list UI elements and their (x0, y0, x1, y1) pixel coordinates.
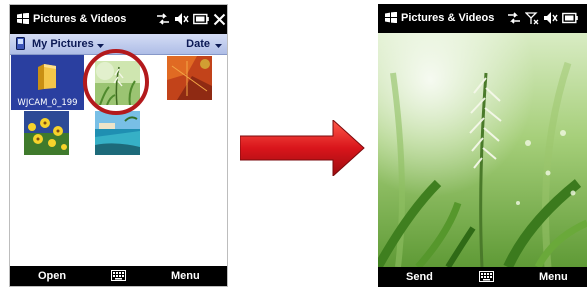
windows-start-icon[interactable] (385, 12, 397, 23)
softkey-right[interactable]: Menu (171, 270, 200, 282)
folder-tile[interactable]: WJCAM_0_199 (11, 55, 84, 110)
left-phone-screen: Pictures & Videos My Pictures Date WJCAM… (9, 4, 228, 287)
status-icons (507, 9, 578, 27)
keyboard-icon[interactable] (111, 270, 126, 281)
thumbnail-beach-resort[interactable] (95, 111, 140, 155)
folder-dropdown[interactable]: My Pictures (32, 38, 94, 50)
signal-off-icon[interactable] (525, 11, 539, 25)
windows-start-icon[interactable] (17, 13, 29, 24)
soft-key-bar: Send Menu (378, 267, 587, 287)
device-phone-icon (16, 37, 25, 50)
app-title: Pictures & Videos (401, 12, 495, 24)
thumbnail-yellow-flowers[interactable] (24, 111, 69, 155)
app-title: Pictures & Videos (33, 13, 127, 25)
speaker-muted-icon[interactable] (174, 12, 189, 26)
close-icon[interactable] (213, 13, 226, 26)
chevron-down-icon[interactable] (215, 44, 222, 48)
softkey-left[interactable]: Send (406, 271, 433, 283)
chevron-down-icon[interactable] (97, 44, 104, 48)
keyboard-icon[interactable] (479, 271, 494, 282)
folder-bar: My Pictures Date (10, 34, 227, 55)
folder-tile-label: WJCAM_0_199 (17, 98, 78, 108)
title-bar: Pictures & Videos (10, 5, 227, 34)
connectivity-icon[interactable] (507, 11, 521, 25)
thumbnail-autumn-leaf[interactable] (167, 56, 212, 100)
folder-icon (38, 64, 56, 90)
battery-icon[interactable] (193, 13, 209, 25)
softkey-right[interactable]: Menu (539, 271, 568, 283)
speaker-muted-icon[interactable] (543, 11, 558, 25)
right-phone-screen: Pictures & Videos Send Menu (378, 4, 587, 287)
connectivity-icon[interactable] (156, 12, 170, 26)
full-photo-grass[interactable] (378, 33, 587, 267)
title-bar: Pictures & Videos (378, 4, 587, 33)
softkey-left[interactable]: Open (38, 270, 66, 282)
sort-dropdown[interactable]: Date (186, 38, 210, 50)
thumbnail-grass[interactable] (95, 61, 140, 105)
red-arrow-icon (240, 120, 365, 176)
status-icons (156, 10, 226, 28)
soft-key-bar: Open Menu (10, 266, 227, 286)
battery-icon[interactable] (562, 12, 578, 24)
